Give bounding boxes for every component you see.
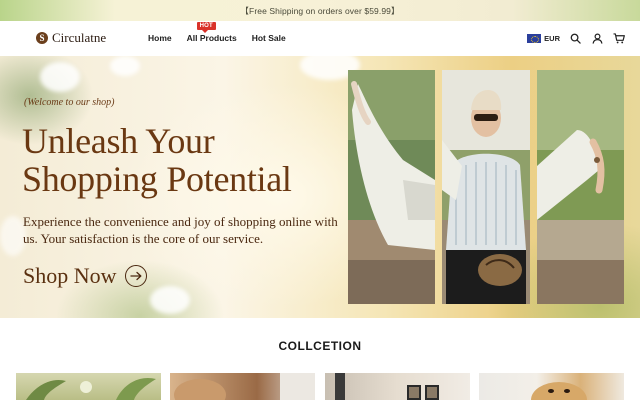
collection-card-1[interactable]	[16, 373, 161, 400]
arrow-right-icon	[124, 265, 147, 287]
hero-welcome-text: (Welcome to our shop)	[24, 97, 115, 108]
collection-card-image	[335, 373, 439, 400]
hero-subtext: Experience the convenience and joy of sh…	[23, 214, 338, 246]
hero-headline-line-2: Shopping Potential	[22, 159, 292, 199]
user-icon[interactable]	[590, 31, 604, 45]
logo-text: Circulatne	[52, 30, 107, 45]
nav-item-label: Hot Sale	[251, 33, 286, 43]
cart-icon[interactable]	[612, 31, 626, 45]
blossom-decoration	[110, 56, 140, 76]
collection-card-image	[174, 373, 315, 400]
shop-now-button[interactable]: Shop Now	[23, 263, 147, 289]
main-nav: Home HOT All Products Hot Sale	[148, 22, 286, 43]
nav-item-hot-sale[interactable]: Hot Sale	[252, 33, 286, 43]
eu-flag-icon	[527, 33, 542, 43]
hero-photo-panel-right	[537, 70, 624, 304]
announcement-bar: 【Free Shipping on orders over $59.99】	[0, 0, 640, 21]
hot-badge: HOT	[196, 22, 216, 33]
site-header: S Circulatne Home HOT All Products Hot S…	[0, 21, 640, 56]
collection-card-image	[531, 382, 587, 400]
header-actions: EUR	[527, 31, 626, 45]
collection-card-2[interactable]	[170, 373, 315, 400]
nav-item-label: Home	[148, 33, 172, 43]
collection-title: COLLCETION	[278, 339, 362, 353]
collection-card-image	[26, 377, 156, 400]
hero-photo-panel-center	[442, 70, 530, 304]
hero-photo-panel-left	[348, 70, 435, 304]
announcement-text: 【Free Shipping on orders over $59.99】	[240, 5, 400, 16]
hero-banner: (Welcome to our shop) Unleash Your Shopp…	[0, 56, 640, 318]
hero-headline-line-1: Unleash Your	[22, 121, 215, 161]
site-logo[interactable]: S Circulatne	[36, 30, 106, 46]
collection-card-4[interactable]	[479, 373, 624, 400]
search-icon[interactable]	[568, 31, 582, 45]
nav-item-home[interactable]: Home	[148, 33, 172, 43]
currency-selector[interactable]: EUR	[527, 33, 560, 43]
nav-item-all-products[interactable]: HOT All Products	[186, 22, 237, 43]
nav-item-label: All Products	[186, 33, 237, 43]
currency-code: EUR	[544, 33, 560, 43]
logo-mark-icon: S	[36, 32, 48, 44]
shop-now-label: Shop Now	[23, 263, 117, 288]
collection-card-3[interactable]	[325, 373, 470, 400]
blossom-decoration	[40, 62, 80, 92]
blossom-decoration	[150, 286, 190, 314]
hero-headline: Unleash Your Shopping Potential	[22, 122, 352, 198]
